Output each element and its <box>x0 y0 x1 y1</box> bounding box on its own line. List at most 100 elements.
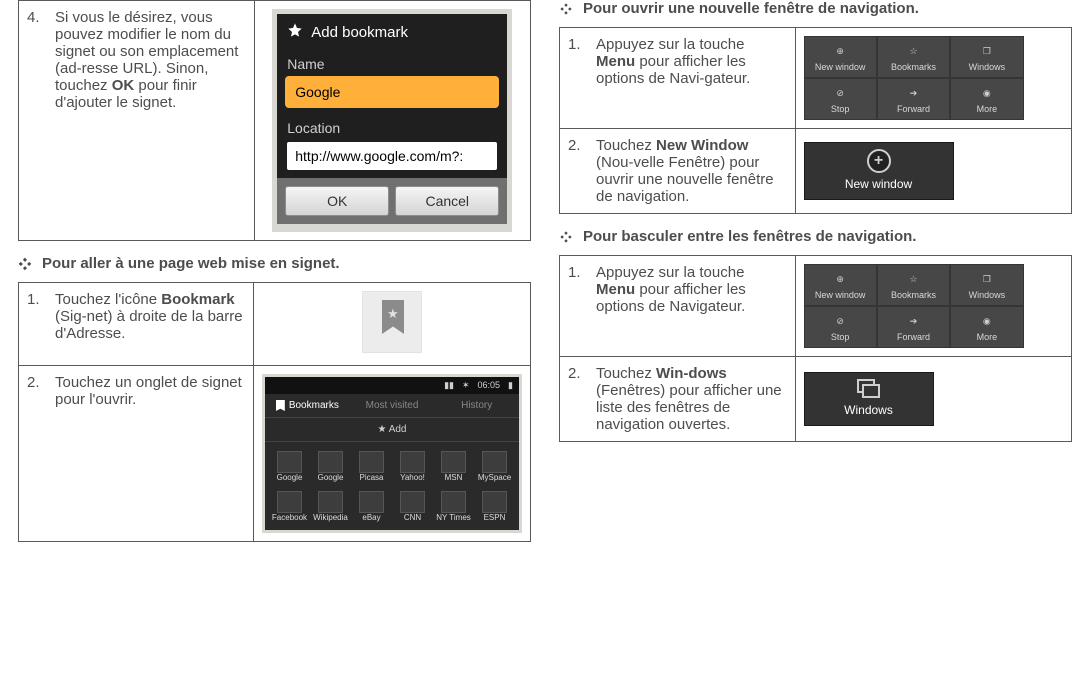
windows-icon: ❐ <box>979 271 995 287</box>
bookmark-tabs: Bookmarks Most visited History <box>265 394 519 417</box>
bookmark-tile[interactable]: Wikipedia <box>312 488 349 524</box>
a2-text-cell: 2. Touchez New Window (Nou-velle Fenêtre… <box>560 129 796 214</box>
a2-image-cell: + New window <box>795 129 1071 214</box>
bookmark-tile[interactable]: Google <box>271 448 308 484</box>
ok-button[interactable]: OK <box>285 186 389 216</box>
name-field[interactable]: Google <box>287 78 497 106</box>
step-number: 1. <box>568 264 586 315</box>
bookmark-tile[interactable]: Picasa <box>353 448 390 484</box>
menu-new-window[interactable]: ⊕New window <box>804 36 877 78</box>
bookmark-tile[interactable]: ESPN <box>476 488 513 524</box>
menu-forward[interactable]: ➔Forward <box>877 306 950 348</box>
stop-icon: ⊘ <box>832 313 848 329</box>
dialog-title: Add bookmark <box>311 24 408 41</box>
a1-image-cell: ⊕New window ☆Bookmarks ❐Windows ⊘Stop ➔F… <box>795 28 1071 129</box>
browser-menu: ⊕New window ☆Bookmarks ❐Windows ⊘Stop ➔F… <box>804 36 1024 120</box>
tab-most-visited[interactable]: Most visited <box>350 394 435 417</box>
bookmark-tile[interactable]: Google <box>312 448 349 484</box>
b1-image-cell: ⊕New window ☆Bookmarks ❐Windows ⊘Stop ➔F… <box>795 256 1071 357</box>
heading-text: Pour ouvrir une nouvelle fenêtre de navi… <box>583 0 919 17</box>
windows-stack-icon <box>857 379 881 399</box>
bookmark-tile[interactable]: eBay <box>353 488 390 524</box>
stop-icon: ⊘ <box>832 85 848 101</box>
step-number: 2. <box>27 374 45 408</box>
add-bookmark-row[interactable]: ★ Add <box>265 417 519 442</box>
a2-text: Touchez New Window (Nou-velle Fenêtre) p… <box>596 137 787 205</box>
menu-windows[interactable]: ❐Windows <box>950 264 1023 306</box>
menu-stop[interactable]: ⊘Stop <box>804 306 877 348</box>
new-window-button[interactable]: + New window <box>804 142 954 200</box>
tab-history[interactable]: History <box>434 394 519 417</box>
bookmark-tile[interactable]: Facebook <box>271 488 308 524</box>
signal-icon: ▮▮ <box>444 380 454 391</box>
location-field[interactable]: http://www.google.com/m?: <box>287 142 497 170</box>
menu-new-window[interactable]: ⊕New window <box>804 264 877 306</box>
dialog-button-row: OK Cancel <box>277 178 507 224</box>
plus-circle-icon: + <box>867 149 891 173</box>
s2-text-cell: 2. Touchez un onglet de signet pour l'ou… <box>19 366 254 542</box>
bookmarks-screen: ▮▮ ✶ 06:05 ▮ Bookmarks Most visited Hist… <box>262 374 522 533</box>
bookmark-icon[interactable]: ★ <box>362 291 422 353</box>
bookmark-icon: ☆ <box>906 43 922 59</box>
battery-icon: ▮ <box>508 380 513 391</box>
menu-bookmarks[interactable]: ☆Bookmarks <box>877 264 950 306</box>
step-number: 1. <box>27 291 45 342</box>
left-column: 4. Si vous le désirez, vous pouvez modif… <box>18 0 531 542</box>
more-icon: ◉ <box>979 85 995 101</box>
s2-image-cell: ▮▮ ✶ 06:05 ▮ Bookmarks Most visited Hist… <box>254 366 531 542</box>
bookmark-tile[interactable]: Yahoo! <box>394 448 431 484</box>
a1-text-cell: 1. Appuyez sur la touche Menu pour affic… <box>560 28 796 129</box>
s1-text-cell: 1. Touchez l'icône Bookmark (Sig-net) à … <box>19 283 254 366</box>
status-bar: ▮▮ ✶ 06:05 ▮ <box>265 377 519 394</box>
s2-text: Touchez un onglet de signet pour l'ouvri… <box>55 374 245 408</box>
b1-text-cell: 1. Appuyez sur la touche Menu pour affic… <box>560 256 796 357</box>
diamond-icon <box>559 230 573 244</box>
heading-new-window: Pour ouvrir une nouvelle fenêtre de navi… <box>559 0 1072 17</box>
location-label: Location <box>277 114 507 138</box>
s1-text: Touchez l'icône Bookmark (Sig-net) à dro… <box>55 291 245 342</box>
heading-text: Pour basculer entre les fenêtres de navi… <box>583 228 916 245</box>
a1-text: Appuyez sur la touche Menu pour afficher… <box>596 36 787 87</box>
tab-bookmarks[interactable]: Bookmarks <box>265 394 350 417</box>
table-switch-windows: 1. Appuyez sur la touche Menu pour affic… <box>559 255 1072 442</box>
step-number: 4. <box>27 9 45 111</box>
step-number: 2. <box>568 137 586 205</box>
table-modify-bookmark: 4. Si vous le désirez, vous pouvez modif… <box>18 0 531 241</box>
plus-circle-icon: ⊕ <box>832 43 848 59</box>
b2-text: Touchez Win-dows (Fenêtres) pour affiche… <box>596 365 787 433</box>
bookmark-tile[interactable]: NY Times <box>435 488 472 524</box>
step4-text: Si vous le désirez, vous pouvez modifier… <box>55 9 246 111</box>
table-new-window: 1. Appuyez sur la touche Menu pour affic… <box>559 27 1072 214</box>
add-bookmark-dialog: Add bookmark Name Google Location http:/… <box>272 9 512 232</box>
bookmark-tile[interactable]: CNN <box>394 488 431 524</box>
bookmark-tile[interactable]: MSN <box>435 448 472 484</box>
menu-forward[interactable]: ➔Forward <box>877 78 950 120</box>
step-number: 1. <box>568 36 586 87</box>
status-time: 06:05 <box>478 380 501 391</box>
browser-menu: ⊕New window ☆Bookmarks ❐Windows ⊘Stop ➔F… <box>804 264 1024 348</box>
table-goto-bookmark: 1. Touchez l'icône Bookmark (Sig-net) à … <box>18 282 531 542</box>
s1-image-cell: ★ <box>254 283 531 366</box>
windows-icon: ❐ <box>979 43 995 59</box>
cancel-button[interactable]: Cancel <box>395 186 499 216</box>
star-icon <box>287 22 303 42</box>
right-column: Pour ouvrir une nouvelle fenêtre de navi… <box>559 0 1072 542</box>
b2-text-cell: 2. Touchez Win-dows (Fenêtres) pour affi… <box>560 357 796 442</box>
heading-goto-bookmark: Pour aller à une page web mise en signet… <box>18 255 531 272</box>
dialog-titlebar: Add bookmark <box>277 14 507 50</box>
arrow-right-icon: ➔ <box>906 85 922 101</box>
menu-stop[interactable]: ⊘Stop <box>804 78 877 120</box>
menu-windows[interactable]: ❐Windows <box>950 36 1023 78</box>
heading-text: Pour aller à une page web mise en signet… <box>42 255 340 272</box>
windows-button[interactable]: Windows <box>804 372 934 426</box>
name-label: Name <box>277 50 507 74</box>
menu-more[interactable]: ◉More <box>950 78 1023 120</box>
menu-more[interactable]: ◉More <box>950 306 1023 348</box>
diamond-icon <box>559 2 573 16</box>
bookmark-tile[interactable]: MySpace <box>476 448 513 484</box>
more-icon: ◉ <box>979 313 995 329</box>
b2-image-cell: Windows <box>795 357 1071 442</box>
menu-bookmarks[interactable]: ☆Bookmarks <box>877 36 950 78</box>
wifi-icon: ✶ <box>462 380 470 391</box>
windows-label: Windows <box>844 403 893 417</box>
